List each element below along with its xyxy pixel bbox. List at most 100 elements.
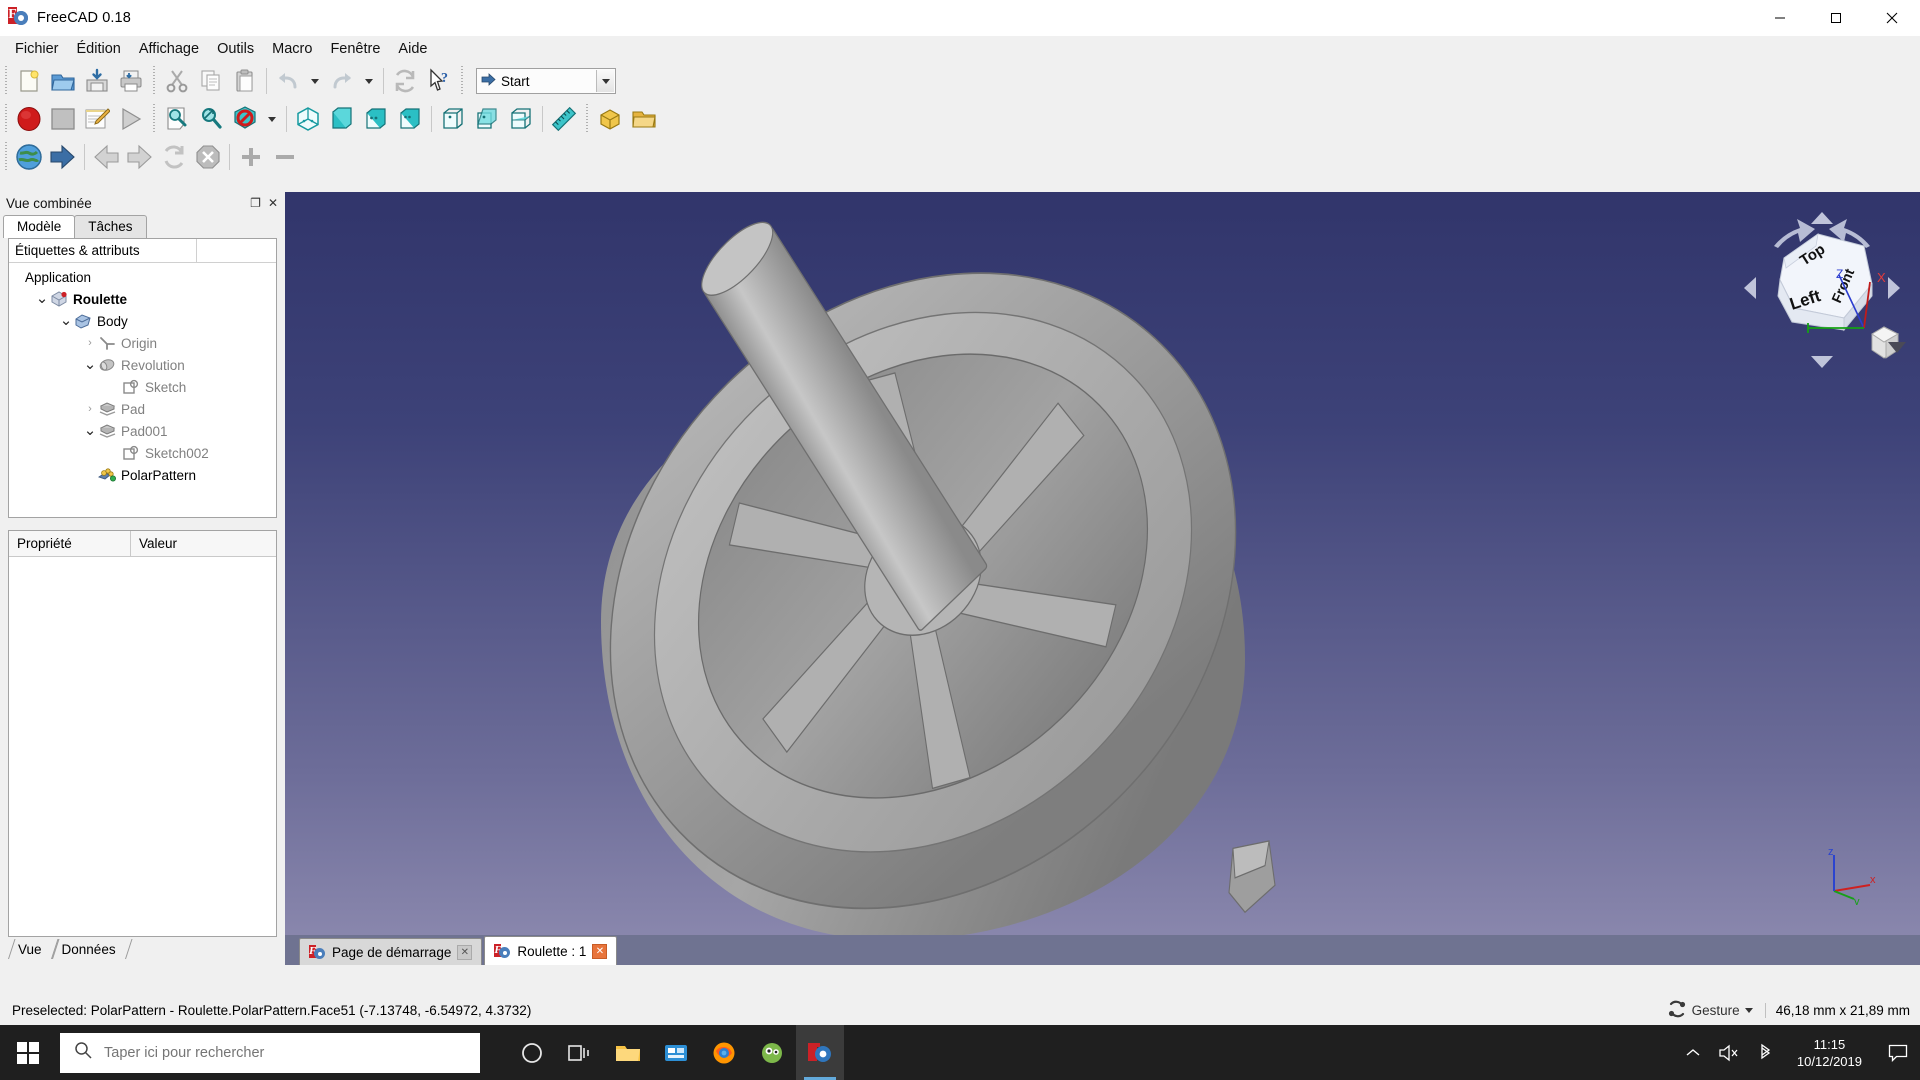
draw-style-icon[interactable] <box>228 102 262 136</box>
tree-item-sketch002[interactable]: Sketch002 <box>11 442 276 464</box>
toolbar-grip[interactable] <box>3 104 10 134</box>
right-view-icon[interactable] <box>393 102 427 136</box>
menu-aide[interactable]: Aide <box>389 38 436 60</box>
close-panel-button[interactable]: ✕ <box>268 197 278 209</box>
tree-twisty-icon[interactable]: › <box>83 337 97 349</box>
store-icon[interactable] <box>652 1025 700 1080</box>
tree-item-application[interactable]: Application <box>11 266 276 288</box>
task-view-icon[interactable] <box>556 1025 604 1080</box>
menu-affichage[interactable]: Affichage <box>130 38 208 60</box>
tree-item-pad[interactable]: › Pad <box>11 398 276 420</box>
tree-twisty-icon[interactable]: ⌄ <box>35 291 49 306</box>
cad-model-wheel[interactable] <box>285 192 1920 965</box>
tree-item-revolution[interactable]: ⌄ Revolution <box>11 354 276 376</box>
firefox-icon[interactable] <box>700 1025 748 1080</box>
stop-loading-icon[interactable] <box>191 140 225 174</box>
model-tree[interactable]: Étiquettes & attributs Application ⌄ Roule… <box>8 238 277 518</box>
forward-icon[interactable] <box>123 140 157 174</box>
redo-icon[interactable] <box>325 64 359 98</box>
tree-item-roulette[interactable]: ⌄ Roulette <box>11 288 276 310</box>
toolbar-grip[interactable] <box>151 104 158 134</box>
toolbar-grip[interactable] <box>3 66 10 96</box>
windows-start-icon[interactable] <box>0 1025 56 1080</box>
tree-item-pad001[interactable]: ⌄ Pad001 <box>11 420 276 442</box>
save-document-icon[interactable] <box>80 64 114 98</box>
tree-item-polarpattern[interactable]: PolarPattern <box>11 464 276 486</box>
menu-fichier[interactable]: Fichier <box>6 38 68 60</box>
toolbar-grip[interactable] <box>584 104 591 134</box>
document-tab-start-page[interactable]: F Page de démarrage ✕ <box>299 938 483 965</box>
refresh-web-icon[interactable] <box>157 140 191 174</box>
redo-dropdown-icon[interactable] <box>359 64 379 98</box>
document-tab-close-icon[interactable]: ✕ <box>592 943 608 959</box>
rear-view-icon[interactable] <box>436 102 470 136</box>
show-hidden-icons-icon[interactable] <box>1675 1025 1711 1080</box>
document-tab-close-icon[interactable]: ✕ <box>457 944 473 960</box>
volume-muted-icon[interactable] <box>1711 1025 1747 1080</box>
close-button[interactable] <box>1864 0 1920 36</box>
fit-all-icon[interactable] <box>160 102 194 136</box>
undo-icon[interactable] <box>271 64 305 98</box>
isometric-view-icon[interactable] <box>291 102 325 136</box>
3d-viewport[interactable]: Top Front Left Z X x y z F Page de démar… <box>285 192 1920 965</box>
toolbar-grip[interactable] <box>459 66 466 96</box>
macro-record-icon[interactable] <box>12 102 46 136</box>
whats-this-icon[interactable]: ? <box>422 64 456 98</box>
zoom-out-icon[interactable] <box>268 140 302 174</box>
freecad-icon[interactable] <box>796 1025 844 1080</box>
cortana-icon[interactable] <box>508 1025 556 1080</box>
tree-twisty-icon[interactable]: › <box>83 403 97 415</box>
cut-icon[interactable] <box>160 64 194 98</box>
zoom-in-icon[interactable] <box>234 140 268 174</box>
navigation-cube[interactable]: Top Front Left Z X <box>1732 200 1912 380</box>
macro-stop-icon[interactable] <box>46 102 80 136</box>
maximize-button[interactable] <box>1808 0 1864 36</box>
macro-execute-icon[interactable] <box>114 102 148 136</box>
file-explorer-icon[interactable] <box>604 1025 652 1080</box>
left-view-icon[interactable] <box>504 102 538 136</box>
tree-twisty-icon[interactable]: ⌄ <box>83 423 97 438</box>
chevron-down-icon[interactable] <box>1744 1007 1753 1013</box>
menu-outils[interactable]: Outils <box>208 38 263 60</box>
draw-style-dropdown-icon[interactable] <box>262 102 282 136</box>
action-center-icon[interactable] <box>1876 1025 1920 1080</box>
menu-edition[interactable]: Édition <box>68 38 130 60</box>
menu-fenetre[interactable]: Fenêtre <box>321 38 389 60</box>
undo-dropdown-icon[interactable] <box>305 64 325 98</box>
bluetooth-icon[interactable] <box>1747 1025 1783 1080</box>
workbench-selector[interactable]: Start <box>476 68 616 94</box>
tree-twisty-icon[interactable]: ⌄ <box>59 313 73 328</box>
open-document-icon[interactable] <box>46 64 80 98</box>
top-view-icon[interactable] <box>359 102 393 136</box>
chevron-down-icon[interactable] <box>596 70 614 92</box>
tree-item-sketch[interactable]: Sketch <box>11 376 276 398</box>
tab-donnees[interactable]: Données <box>52 939 126 959</box>
refresh-icon[interactable] <box>388 64 422 98</box>
back-icon[interactable] <box>89 140 123 174</box>
tree-item-origin[interactable]: › Origin <box>11 332 276 354</box>
menu-macro[interactable]: Macro <box>263 38 321 60</box>
copy-icon[interactable] <box>194 64 228 98</box>
minimize-button[interactable] <box>1752 0 1808 36</box>
macro-edit-icon[interactable] <box>80 102 114 136</box>
print-document-icon[interactable] <box>114 64 148 98</box>
tab-taches[interactable]: Tâches <box>74 215 147 238</box>
measure-icon[interactable] <box>547 102 581 136</box>
front-view-icon[interactable] <box>325 102 359 136</box>
taskbar-search[interactable] <box>60 1032 480 1073</box>
search-input[interactable] <box>104 1044 434 1061</box>
document-tab-roulette[interactable]: F Roulette : 1 ✕ <box>484 936 618 965</box>
tab-vue[interactable]: Vue <box>8 939 52 959</box>
paste-icon[interactable] <box>228 64 262 98</box>
new-document-icon[interactable] <box>12 64 46 98</box>
web-home-icon[interactable] <box>12 140 46 174</box>
create-part-icon[interactable] <box>593 102 627 136</box>
fit-selection-icon[interactable] <box>194 102 228 136</box>
bottom-view-icon[interactable] <box>470 102 504 136</box>
create-group-icon[interactable] <box>627 102 661 136</box>
tree-twisty-icon[interactable]: ⌄ <box>83 357 97 372</box>
tree-item-body[interactable]: ⌄ Body <box>11 310 276 332</box>
float-panel-button[interactable]: ❐ <box>250 197 261 209</box>
navigation-style-selector[interactable]: Gesture <box>1667 1000 1759 1021</box>
tab-modele[interactable]: Modèle <box>3 215 76 238</box>
